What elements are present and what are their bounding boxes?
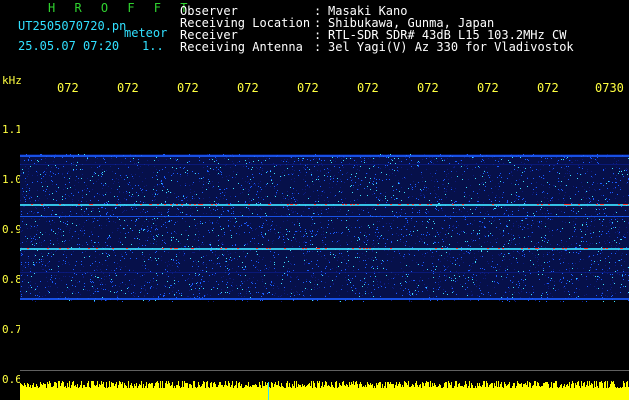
signal-line [20, 298, 629, 300]
date-time: 25.05.07 07:20 [18, 39, 120, 53]
x-tick: 072 [57, 81, 79, 95]
x-tick: 072 [417, 81, 439, 95]
file-type: meteor [124, 26, 168, 40]
x-tick: 072 [357, 81, 379, 95]
y-tick: 0.9 [2, 223, 22, 236]
x-tick: 0730 [595, 81, 624, 95]
signal-line [20, 164, 629, 165]
y-tick: 0.6 [2, 373, 22, 386]
x-tick: 072 [177, 81, 199, 95]
app-title: H R O F F T [48, 1, 194, 15]
antenna-sep: : [314, 40, 322, 54]
y-unit-label: kHz [2, 74, 22, 87]
x-tick: 072 [237, 81, 259, 95]
y-tick: 0.8 [2, 273, 22, 286]
x-tick: 072 [117, 81, 139, 95]
signal-line [20, 216, 629, 217]
x-tick: 072 [537, 81, 559, 95]
time-marker [268, 382, 269, 400]
y-tick: 1.1 [2, 123, 22, 136]
y-tick: 0.7 [2, 323, 22, 336]
date-time-extra: 1.. [142, 39, 164, 53]
spectrogram-plot [20, 100, 629, 400]
antenna-label: Receiving Antenna [180, 40, 303, 54]
baseline-separator [20, 370, 629, 371]
x-tick: 072 [297, 81, 319, 95]
antenna-value: 3el Yagi(V) Az 330 for Vladivostok [328, 40, 574, 54]
signal-line [20, 155, 629, 157]
x-tick: 072 [477, 81, 499, 95]
signal-line [20, 272, 629, 273]
spectrogram-canvas [20, 154, 629, 400]
y-tick: 1.0 [2, 173, 22, 186]
file-name: UT2505070720.pn [18, 19, 127, 33]
